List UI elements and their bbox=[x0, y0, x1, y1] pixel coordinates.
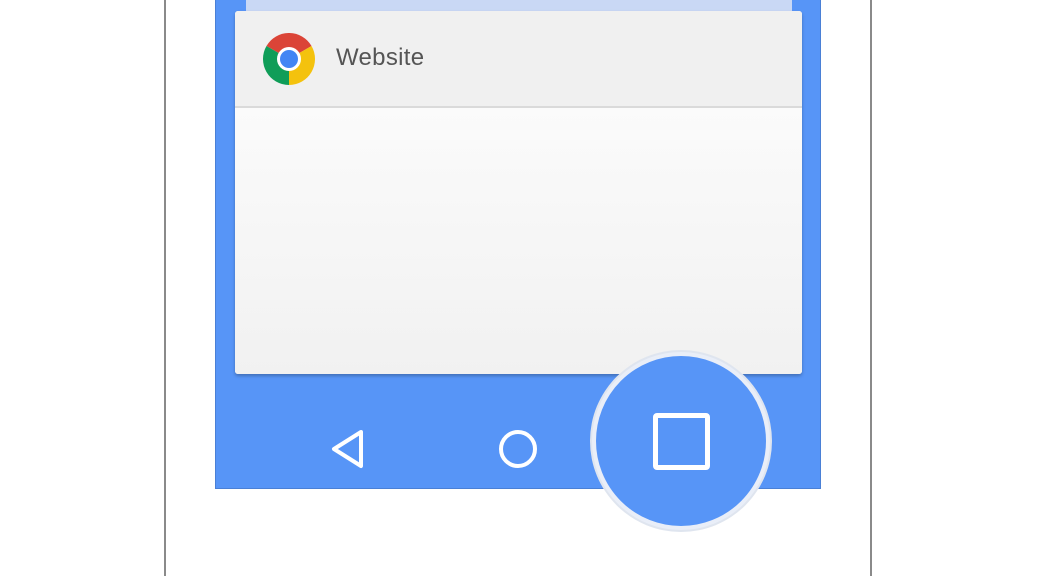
recent-card-preview[interactable] bbox=[235, 108, 802, 374]
recents-button-highlight[interactable] bbox=[592, 352, 770, 530]
recent-card-title: Website bbox=[336, 44, 425, 71]
tutorial-illustration: Website bbox=[0, 0, 1038, 576]
recents-square-icon[interactable] bbox=[653, 413, 710, 470]
recent-card-header[interactable]: Website bbox=[235, 11, 802, 108]
recent-app-card[interactable]: Website bbox=[235, 11, 802, 374]
back-triangle-icon[interactable] bbox=[330, 429, 366, 469]
home-circle-icon[interactable] bbox=[498, 429, 538, 469]
chrome-icon bbox=[263, 33, 315, 85]
